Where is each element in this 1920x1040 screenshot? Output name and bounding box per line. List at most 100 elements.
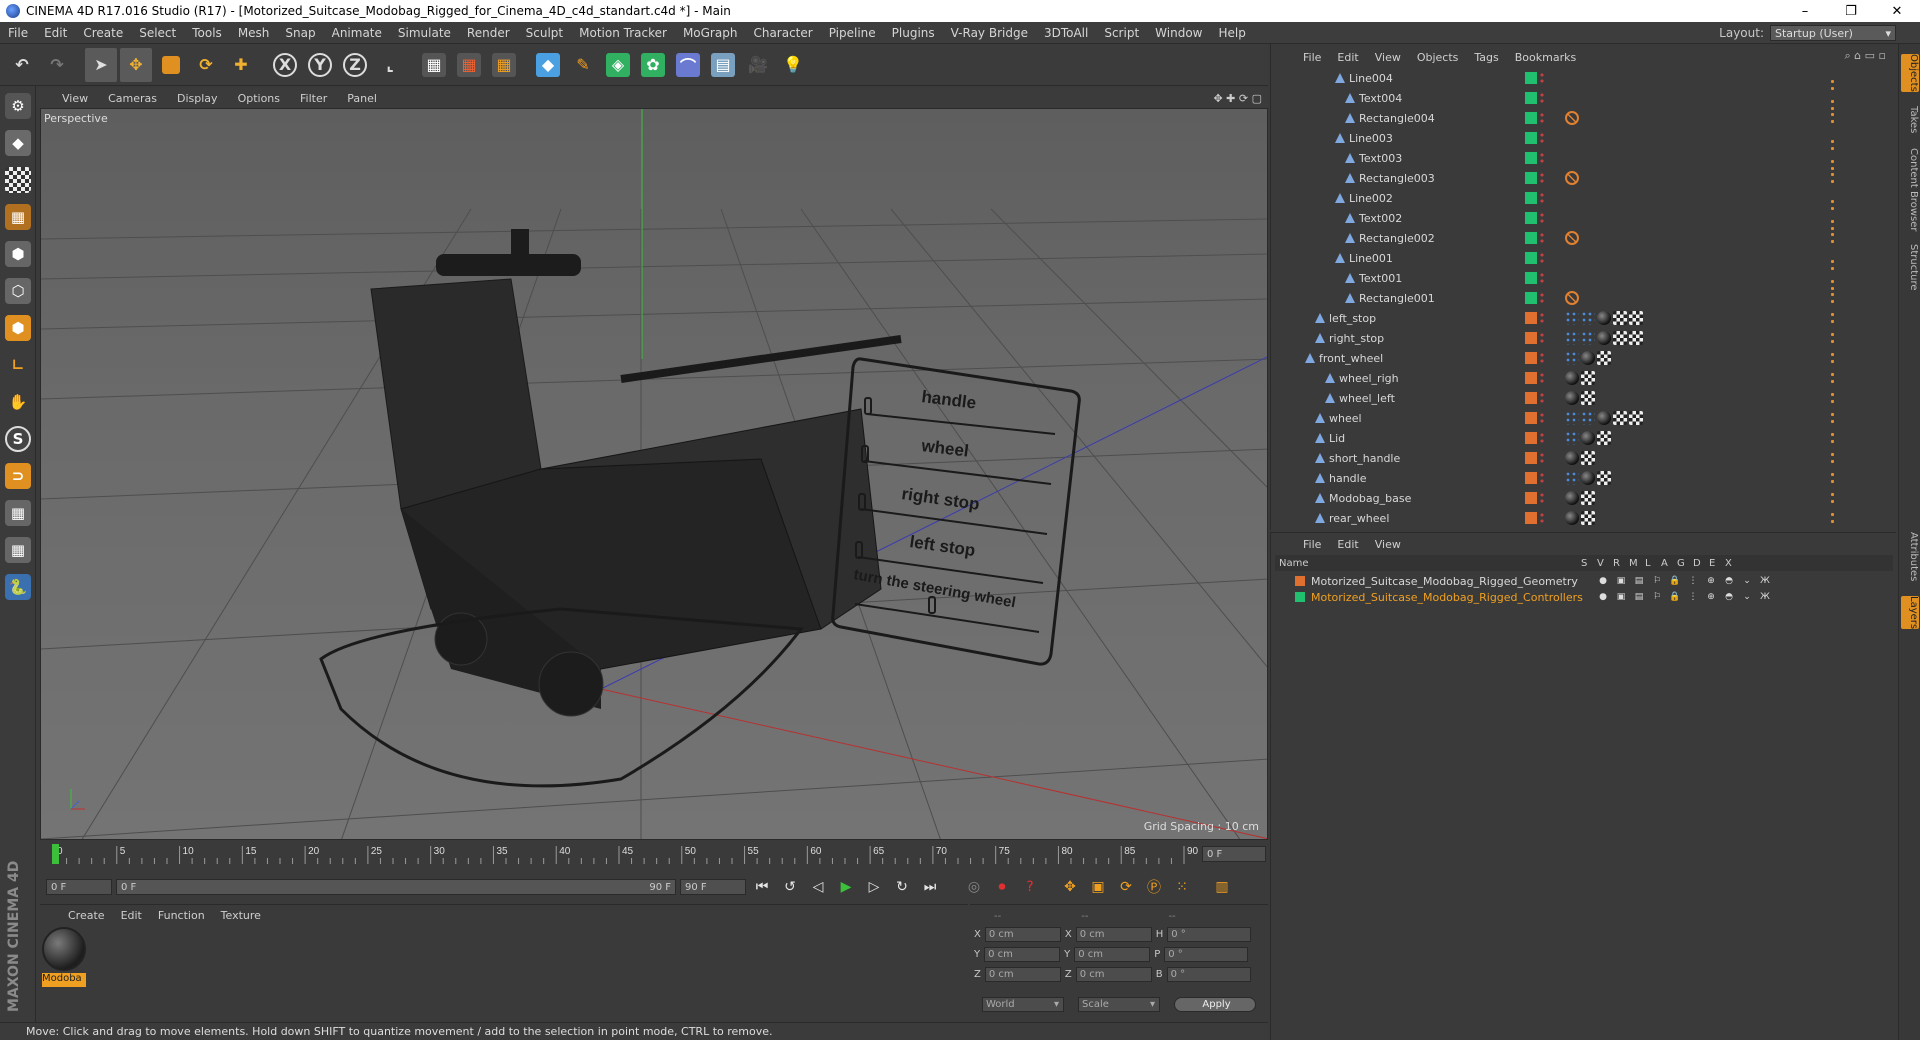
visibility-dots-icon[interactable] <box>1539 92 1545 104</box>
ball-tag-icon[interactable] <box>1565 391 1579 405</box>
layer-toggle-icon[interactable]: ▣ <box>1615 576 1627 586</box>
layer-column-d[interactable]: D <box>1693 558 1701 569</box>
object-menu-view[interactable]: View <box>1367 51 1409 64</box>
rotation-p-field[interactable]: 0 ° <box>1164 946 1249 962</box>
object-row[interactable]: right_stop <box>1275 328 1875 348</box>
visibility-dots-icon[interactable] <box>1539 152 1545 164</box>
visibility-dots-icon[interactable] <box>1539 72 1545 84</box>
scale-tool-button[interactable] <box>155 48 187 82</box>
checker-tag-icon[interactable] <box>1629 411 1643 425</box>
edges-mode-button[interactable]: ⬡ <box>1 274 35 308</box>
object-menu-objects[interactable]: Objects <box>1409 51 1467 64</box>
visibility-dots-icon[interactable] <box>1539 192 1545 204</box>
visibility-dots-icon[interactable] <box>1539 512 1545 524</box>
dots-tag-icon[interactable] <box>1829 471 1835 483</box>
layer-column-m[interactable]: M <box>1629 558 1638 569</box>
xpr-tag-icon[interactable] <box>1565 411 1579 425</box>
rotation-h-field[interactable]: 0 ° <box>1167 926 1252 942</box>
layer-color-swatch[interactable] <box>1525 172 1537 184</box>
menu-tools[interactable]: Tools <box>184 26 230 40</box>
layer-toggle-icon[interactable]: Ж <box>1759 576 1771 586</box>
checker-tag-icon[interactable] <box>1581 371 1595 385</box>
rotate-tool-button[interactable]: ⟳ <box>190 48 222 82</box>
dots-tag-icon[interactable] <box>1829 231 1835 243</box>
layer-color-swatch[interactable] <box>1295 592 1305 602</box>
python-button[interactable]: 🐍 <box>1 570 35 604</box>
position-z-field[interactable]: 0 cm <box>984 966 1061 982</box>
tab-structure[interactable]: Structure <box>1901 244 1919 291</box>
layer-color-swatch[interactable] <box>1525 452 1537 464</box>
visibility-dots-icon[interactable] <box>1539 252 1545 264</box>
object-row[interactable]: Modobag_base <box>1275 488 1875 508</box>
array-button[interactable]: ✿ <box>637 48 669 82</box>
dots-tag-icon[interactable] <box>1829 411 1835 423</box>
size-x-field[interactable]: 0 cm <box>1075 926 1152 942</box>
menu-help[interactable]: Help <box>1210 26 1253 40</box>
menu-snap[interactable]: Snap <box>277 26 323 40</box>
camera-button[interactable]: 🎥 <box>742 48 774 82</box>
menu-file[interactable]: File <box>0 26 36 40</box>
z-axis-button[interactable]: Z <box>339 48 371 82</box>
object-row[interactable]: Line004 <box>1275 68 1875 90</box>
dots-tag-icon[interactable] <box>1829 511 1835 523</box>
checker-tag-icon[interactable] <box>1597 431 1611 445</box>
layer-toggle-icon[interactable]: ● <box>1597 592 1609 602</box>
layer-toggle-icon[interactable]: ▣ <box>1615 592 1627 602</box>
stop-tag-icon[interactable] <box>1565 291 1579 305</box>
ball-tag-icon[interactable] <box>1597 311 1611 325</box>
layer-column-x[interactable]: X <box>1725 558 1732 569</box>
layer-toggle-icon[interactable]: ⌄ <box>1741 592 1753 602</box>
ball-tag-icon[interactable] <box>1581 471 1595 485</box>
ball-tag-icon[interactable] <box>1597 411 1611 425</box>
layer-column-v[interactable]: V <box>1597 558 1604 569</box>
visibility-dots-icon[interactable] <box>1539 432 1545 444</box>
subdivision-button[interactable]: ◈ <box>602 48 634 82</box>
object-row[interactable]: Rectangle001 <box>1275 288 1875 308</box>
object-row[interactable]: Text003 <box>1275 148 1875 170</box>
tab-content-browser[interactable]: Content Browser <box>1901 148 1919 231</box>
viewport-menu-cameras[interactable]: Cameras <box>98 92 167 105</box>
layer-color-swatch[interactable] <box>1525 352 1537 364</box>
redo-button[interactable]: ↷ <box>41 48 73 82</box>
checker-tag-icon[interactable] <box>1581 491 1595 505</box>
layer-color-swatch[interactable] <box>1525 112 1537 124</box>
layer-color-swatch[interactable] <box>1525 312 1537 324</box>
object-row[interactable]: front_wheel <box>1275 348 1875 368</box>
menu-simulate[interactable]: Simulate <box>390 26 459 40</box>
dots-tag-icon[interactable] <box>1829 451 1835 463</box>
layer-color-swatch[interactable] <box>1295 576 1305 586</box>
checker-tag-icon[interactable] <box>1629 331 1643 345</box>
tab-takes[interactable]: Takes <box>1901 106 1919 133</box>
layer-toggle-icon[interactable]: ▤ <box>1633 576 1645 586</box>
visibility-dots-icon[interactable] <box>1539 352 1545 364</box>
object-row[interactable]: Text001 <box>1275 268 1875 290</box>
ball-tag-icon[interactable] <box>1565 451 1579 465</box>
object-row[interactable]: Rectangle004 <box>1275 108 1875 128</box>
dots-tag-icon[interactable] <box>1829 391 1835 403</box>
menu-animate[interactable]: Animate <box>324 26 390 40</box>
viewport-menu-options[interactable]: Options <box>228 92 290 105</box>
object-row[interactable]: Line002 <box>1275 188 1875 210</box>
end-frame-field[interactable]: 90 F <box>680 879 746 895</box>
deformer-button[interactable]: ⌒ <box>672 48 704 82</box>
layer-column-s[interactable]: S <box>1581 558 1587 569</box>
position-y-field[interactable]: 0 cm <box>984 946 1061 962</box>
layer-color-swatch[interactable] <box>1525 232 1537 244</box>
x-axis-button[interactable]: X <box>269 48 301 82</box>
restore-button[interactable]: ❐ <box>1828 0 1874 22</box>
layer-toggle-icon[interactable]: 🔒 <box>1669 592 1681 602</box>
current-frame-field[interactable]: 0 F <box>1202 846 1266 862</box>
checker-tag-icon[interactable] <box>1581 451 1595 465</box>
layer-color-swatch[interactable] <box>1525 492 1537 504</box>
layer-toggle-icon[interactable]: ◓ <box>1723 576 1735 586</box>
viewport-menu-display[interactable]: Display <box>167 92 228 105</box>
menu-create[interactable]: Create <box>75 26 131 40</box>
layer-color-swatch[interactable] <box>1525 432 1537 444</box>
axis-mode-button[interactable]: ∟ <box>1 348 35 382</box>
menu-mograph[interactable]: MoGraph <box>675 26 746 40</box>
key-parameter-button[interactable]: Ⓟ <box>1142 875 1166 899</box>
object-row[interactable]: wheel <box>1275 408 1875 428</box>
layer-color-swatch[interactable] <box>1525 192 1537 204</box>
object-row[interactable]: Text004 <box>1275 88 1875 110</box>
xpr-tag-icon[interactable] <box>1565 331 1579 345</box>
